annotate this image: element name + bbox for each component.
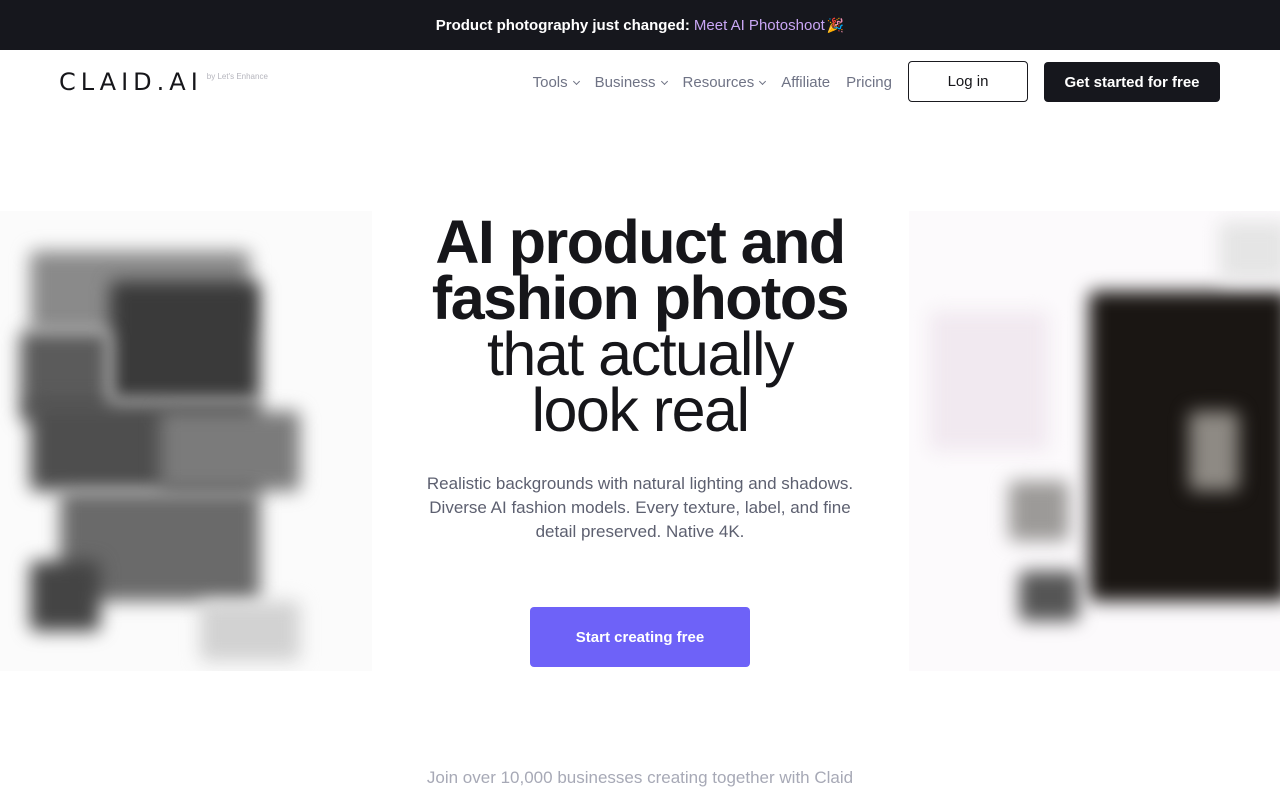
nav-item-tools[interactable]: Tools: [532, 74, 580, 91]
announcement-text: Product photography just changed:: [435, 16, 690, 34]
site-header: CLAID.AI by Let's Enhance Tools Business…: [0, 50, 1280, 114]
nav-item-label: Resources: [682, 74, 755, 91]
social-proof-text: Join over 10,000 businesses creating tog…: [426, 768, 854, 787]
start-creating-button[interactable]: Start creating free: [530, 607, 750, 667]
nav-item-label: Tools: [532, 74, 568, 91]
hero-image-left: [0, 211, 372, 671]
chevron-down-icon: [759, 77, 767, 85]
party-popper-icon: 🎉: [826, 16, 845, 33]
hero-title: AI product and fashion photos that actua…: [390, 208, 890, 444]
nav-item-affiliate[interactable]: Affiliate: [781, 74, 830, 91]
hero-title-line: AI product and: [435, 208, 846, 276]
hero-title-line: fashion photos: [431, 264, 850, 332]
get-started-button[interactable]: Get started for free: [1044, 62, 1220, 102]
nav-item-resources[interactable]: Resources: [682, 74, 767, 91]
hero-image-right: [909, 211, 1280, 671]
announcement-link[interactable]: Meet AI Photoshoot: [694, 17, 825, 34]
nav-item-label: Business: [594, 74, 656, 91]
chevron-down-icon: [660, 77, 668, 85]
login-button[interactable]: Log in: [908, 61, 1028, 102]
logo-byline: by Let's Enhance: [206, 72, 268, 81]
logo[interactable]: CLAID.AI by Let's Enhance: [59, 68, 268, 96]
nav-item-business[interactable]: Business: [594, 74, 668, 91]
logo-wordmark: CLAID.AI: [59, 68, 203, 96]
hero-subtitle: Realistic backgrounds with natural light…: [426, 474, 854, 541]
hero-title-line: that actually: [486, 320, 795, 388]
hero-title-line: look real: [531, 376, 750, 444]
main-nav: Tools Business Resources Affiliate Prici…: [533, 74, 892, 91]
nav-item-label: Affiliate: [781, 74, 831, 91]
nav-item-label: Pricing: [846, 74, 892, 91]
nav-item-pricing[interactable]: Pricing: [846, 74, 892, 91]
chevron-down-icon: [572, 77, 580, 85]
announcement-bar: Product photography just changed: Meet A…: [0, 0, 1280, 50]
